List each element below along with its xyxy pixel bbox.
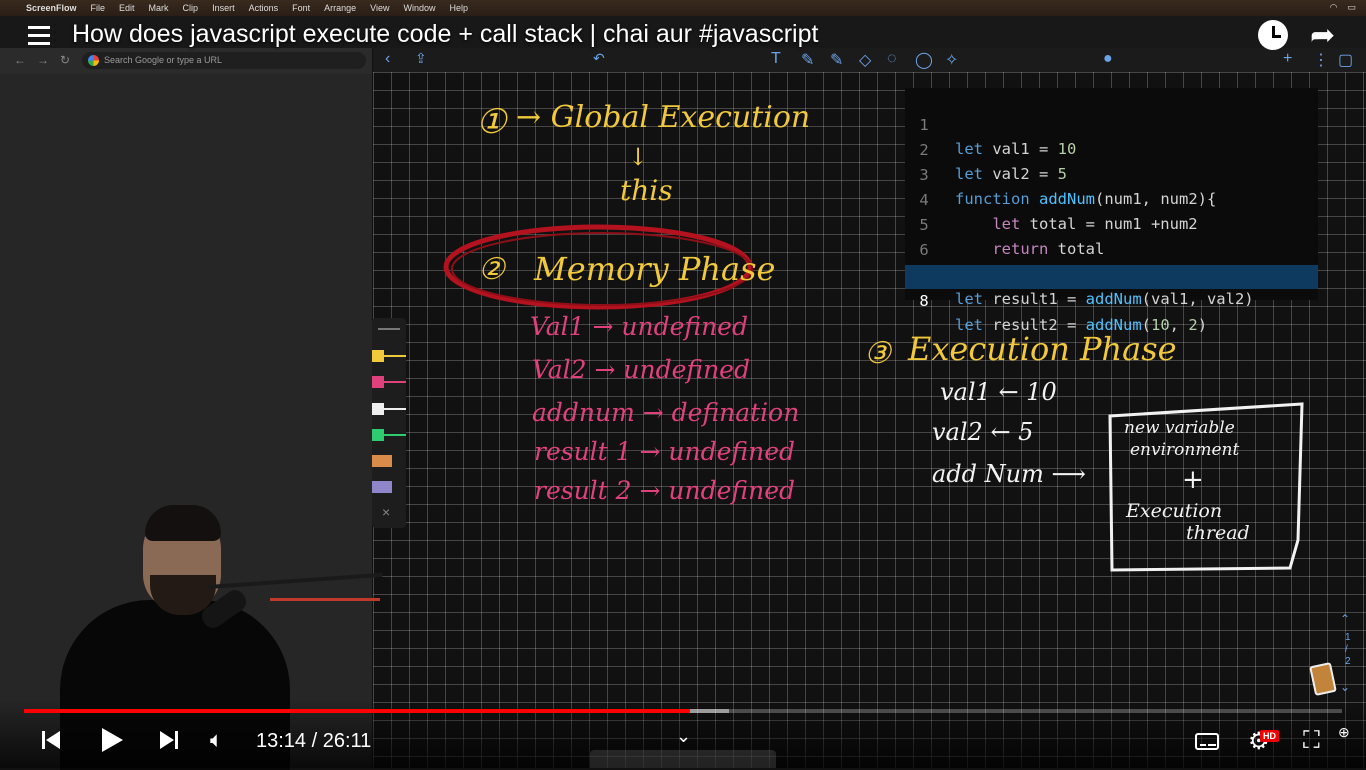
highlighter-purple[interactable] [372,481,404,493]
this-label: this [620,174,673,207]
memory-phase-title: Memory Phase [534,250,776,288]
menu-insert[interactable]: Insert [212,3,235,13]
code-line: 6 } [905,214,1318,283]
progress-played [24,709,690,713]
volume-icon[interactable]: 🔈︎ [210,727,223,753]
eraser-icon[interactable]: ◇ [859,50,871,70]
pages-icon[interactable]: ▢ [1338,50,1353,70]
memory-row: Val2 → undefined [532,355,750,384]
more-icon[interactable]: ⋮ [1313,50,1329,70]
page-down-icon[interactable]: ⌄ [1340,680,1350,694]
step-3-number: ③ [864,336,891,371]
url-bar[interactable]: Search Google or type a URL [82,52,366,69]
marker-tool-icon[interactable]: ✎ [830,50,843,70]
mac-menubar: ScreenFlow File Edit Mark Clip Insert Ac… [0,0,1366,16]
pen-green[interactable] [372,429,406,441]
box-text: + [1182,465,1204,495]
pen-white[interactable] [372,403,406,415]
memory-row: addnum → defination [532,398,800,427]
presenter-hair [145,505,221,541]
page-up-icon[interactable]: ⌃ [1340,612,1350,626]
menu-edit[interactable]: Edit [119,3,135,13]
down-arrow: ↓ [628,143,649,171]
wifi-icon[interactable]: ◠ [1330,2,1338,13]
exec-row: val2 ← 5 [932,418,1034,446]
battery-icon[interactable]: ▭ [1347,2,1356,13]
box-text: environment [1130,440,1240,460]
forward-arrow-icon[interactable]: → [37,53,49,67]
page-separator: / [1345,644,1348,655]
code-line: 1 let val1 = 10 [905,89,1318,158]
box-text: Execution [1126,500,1223,522]
shapes-icon[interactable]: ◯ [915,50,933,70]
play-icon[interactable] [102,728,123,752]
palette-handle[interactable] [378,328,400,330]
lasso-icon[interactable]: ◌ [887,50,897,68]
page-total: 2 [1345,656,1351,667]
mic-cable [270,598,380,601]
undo-icon[interactable]: ↶ [593,50,605,67]
highlighter-orange[interactable] [372,455,404,467]
box-text: new variable [1124,418,1235,438]
menu-file[interactable]: File [91,3,106,13]
whiteboard-toolbar: ‹ ⇪ ↶ T ✎ ✎ ◇ ◌ ◯ ✧ ● + ⋮ ▢ [373,48,1366,72]
menu-mark[interactable]: Mark [149,3,169,13]
step-1-number: ① [476,102,507,142]
pen-tool-icon[interactable]: ✎ [801,50,814,70]
menu-window[interactable]: Window [404,3,436,13]
dock-handle [590,750,776,768]
google-icon [88,55,99,66]
browser-toolbar: ← → ↻ Search Google or type a URL [0,48,372,75]
memory-row: result 1 → undefined [534,437,795,466]
back-arrow-icon[interactable]: ← [14,53,26,67]
chevron-down-icon[interactable]: ⌄ [676,726,691,747]
menu-actions[interactable]: Actions [249,3,279,13]
microphone-icon[interactable]: ● [1103,50,1113,68]
code-line: 4 let total = num1 +num2 [905,164,1318,233]
box-text: thread [1186,522,1250,544]
execution-phase-title: Execution Phase [908,330,1177,368]
step-2-number: ② [478,252,505,287]
menu-font[interactable]: Font [292,3,310,13]
reload-icon[interactable]: ↻ [60,53,70,67]
video-title[interactable]: How does javascript execute code + call … [72,20,818,49]
status-icons: ◠ ▭ [1330,2,1356,13]
memory-row: Val1 → undefined [530,312,748,341]
code-editor: 1 let val1 = 10 2 let val2 = 5 3 functio… [905,88,1318,334]
code-line: 5 return total [905,189,1318,258]
menubar-app-name[interactable]: ScreenFlow [26,3,77,13]
code-line: 3 function addNum(num1, num2){ [905,139,1318,208]
url-placeholder: Search Google or type a URL [104,55,223,65]
zoom-icon[interactable]: ⊕ [1338,724,1350,741]
text-tool-icon[interactable]: T [771,50,781,68]
menu-icon[interactable] [28,26,50,50]
time-display: 13:14 / 26:11 [256,730,372,752]
code-text: let result1 = addNum(val1, val2) [955,290,1254,308]
pen-pink[interactable] [372,376,406,388]
pen-palette: × [372,318,406,528]
share-icon[interactable]: ⇪ [415,50,427,67]
watch-later-icon[interactable] [1258,20,1288,50]
menu-clip[interactable]: Clip [183,3,199,13]
code-line-selected: 8 let result2 = addNum(10, 2) [905,265,1318,334]
back-chevron-icon[interactable]: ‹ [385,50,390,68]
laser-pointer-icon[interactable]: ✧ [945,50,958,70]
menu-arrange[interactable]: Arrange [324,3,356,13]
add-page-icon[interactable]: + [1283,50,1292,68]
close-palette-icon[interactable]: × [382,504,390,520]
global-execution-title: → Global Execution [516,100,811,135]
menu-view[interactable]: View [370,3,389,13]
code-line: 7 let result1 = addNum(val1, val2) [905,239,1318,308]
memory-row: result 2 → undefined [534,476,795,505]
page-current: 1 [1345,632,1351,643]
code-line: 2 let val2 = 5 [905,114,1318,183]
share-arrow-icon[interactable]: ➦ [1310,18,1335,53]
captions-icon[interactable] [1195,733,1219,750]
pen-yellow[interactable] [372,350,406,362]
exit-fullscreen-icon[interactable]: ⛶ [1303,729,1320,753]
menu-help[interactable]: Help [450,3,469,13]
exec-row: add Num ⟶ [932,460,1086,488]
hd-badge: HD [1260,730,1279,742]
exec-row: val1 ← 10 [940,378,1057,406]
